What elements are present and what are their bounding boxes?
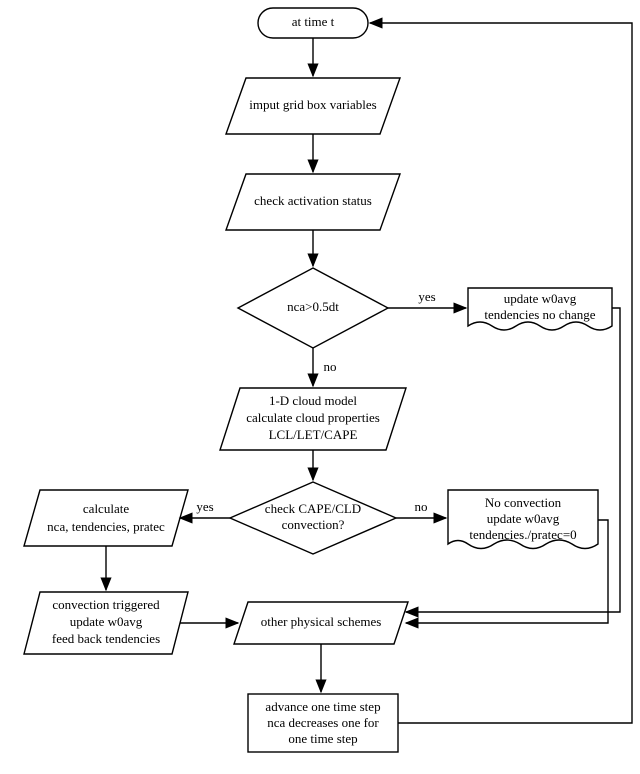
- update-w0avg-node: update w0avg tendencies no change: [468, 288, 612, 330]
- decision-cape-node: check CAPE/CLD convection?: [230, 482, 396, 554]
- advance-node: advance one time step nca decreases one …: [248, 694, 398, 752]
- calc-nca-l1: calculate: [83, 501, 129, 516]
- no-conv-l2: update w0avg: [487, 511, 560, 526]
- decision-cape-l2: convection?: [282, 517, 345, 532]
- advance-l2: nca decreases one for: [267, 715, 379, 730]
- decision-cape-l1: check CAPE/CLD: [265, 501, 361, 516]
- input-node: imput grid box variables: [226, 78, 400, 134]
- triggered-l2: update w0avg: [70, 614, 143, 629]
- cloud-model-l2: calculate cloud properties: [246, 410, 380, 425]
- decision-nca-label: nca>0.5dt: [287, 299, 339, 314]
- decision-nca-node: nca>0.5dt: [238, 268, 388, 348]
- cape-yes-label: yes: [196, 499, 213, 514]
- cloud-model-node: 1-D cloud model calculate cloud properti…: [220, 388, 406, 450]
- no-conv-l3: tendencies./pratec=0: [469, 527, 576, 542]
- advance-l1: advance one time step: [265, 699, 380, 714]
- other-label: other physical schemes: [261, 614, 382, 629]
- calc-nca-node: calculate nca, tendencies, pratec: [24, 490, 188, 546]
- cape-no-label: no: [415, 499, 428, 514]
- edge-loop-back: [370, 23, 632, 723]
- calc-nca-l2: nca, tendencies, pratec: [47, 519, 165, 534]
- triggered-node: convection triggered update w0avg feed b…: [24, 592, 188, 654]
- other-node: other physical schemes: [234, 602, 408, 644]
- cloud-model-l1: 1-D cloud model: [269, 393, 357, 408]
- input-label: imput grid box variables: [249, 97, 376, 112]
- nca-yes-label: yes: [418, 289, 435, 304]
- nca-no-label: no: [324, 359, 337, 374]
- cloud-model-l3: LCL/LET/CAPE: [269, 427, 358, 442]
- check-activation-node: check activation status: [226, 174, 400, 230]
- triggered-l1: convection triggered: [52, 597, 160, 612]
- edge-update-other: [406, 308, 620, 612]
- advance-l3: one time step: [288, 731, 357, 746]
- update-w0avg-l1: update w0avg: [504, 291, 577, 306]
- update-w0avg-l2: tendencies no change: [484, 307, 595, 322]
- start-node: at time t: [258, 8, 368, 38]
- triggered-l3: feed back tendencies: [52, 631, 160, 646]
- start-label: at time t: [292, 14, 335, 29]
- check-activation-label: check activation status: [254, 193, 372, 208]
- no-convection-node: No convection update w0avg tendencies./p…: [448, 490, 598, 549]
- no-conv-l1: No convection: [485, 495, 562, 510]
